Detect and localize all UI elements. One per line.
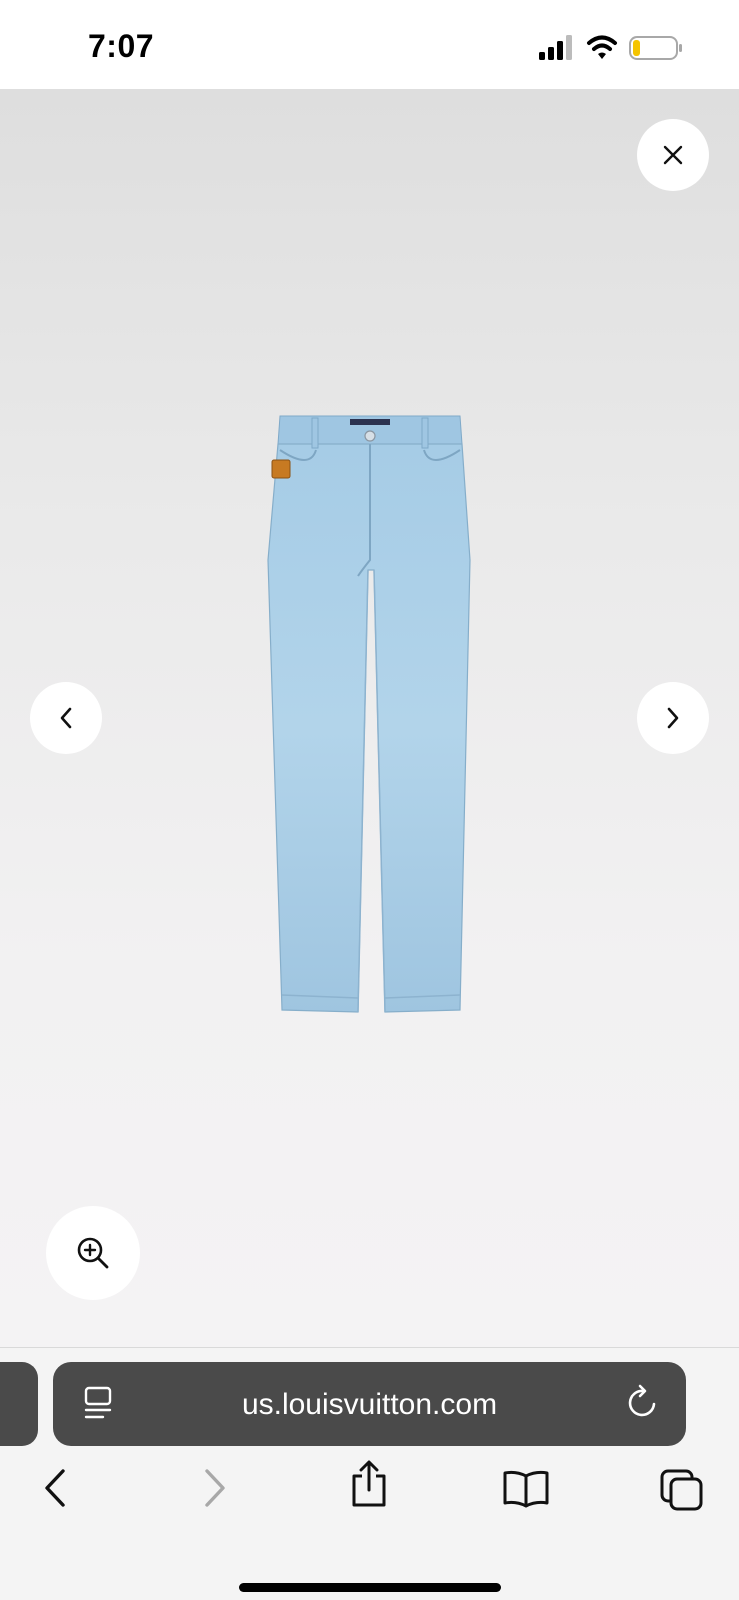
next-image-button[interactable] bbox=[637, 682, 709, 754]
previous-tab-preview[interactable] bbox=[0, 1362, 38, 1446]
wifi-icon bbox=[587, 35, 617, 59]
screen: 7:07 us.louisvuitton.com bbox=[0, 0, 739, 1600]
close-button[interactable] bbox=[637, 119, 709, 191]
product-image bbox=[267, 415, 471, 1013]
zoom-button[interactable] bbox=[46, 1206, 140, 1300]
url-text: us.louisvuitton.com bbox=[241, 1388, 498, 1421]
zoom-in-icon bbox=[77, 1237, 109, 1269]
back-icon[interactable] bbox=[42, 1468, 68, 1513]
product-image-viewer bbox=[0, 89, 739, 1347]
chevron-right-icon bbox=[667, 707, 679, 729]
previous-image-button[interactable] bbox=[30, 682, 102, 754]
status-bar: 7:07 bbox=[0, 0, 739, 89]
browser-chrome: us.louisvuitton.com bbox=[0, 1347, 739, 1600]
cellular-signal-icon bbox=[539, 35, 572, 60]
reload-icon[interactable] bbox=[626, 1384, 660, 1425]
battery-icon bbox=[629, 36, 682, 60]
status-time: 7:07 bbox=[88, 28, 155, 64]
address-bar[interactable]: us.louisvuitton.com bbox=[53, 1362, 686, 1446]
logo-patch bbox=[271, 459, 291, 479]
chevron-left-icon bbox=[60, 707, 72, 729]
status-icons bbox=[539, 34, 689, 69]
forward-icon[interactable] bbox=[202, 1468, 228, 1513]
waist-label bbox=[350, 419, 390, 425]
share-icon[interactable] bbox=[349, 1460, 389, 1513]
home-indicator bbox=[239, 1583, 501, 1592]
tabs-icon[interactable] bbox=[659, 1468, 705, 1517]
bookmarks-icon[interactable] bbox=[502, 1468, 550, 1513]
close-icon bbox=[663, 145, 683, 165]
